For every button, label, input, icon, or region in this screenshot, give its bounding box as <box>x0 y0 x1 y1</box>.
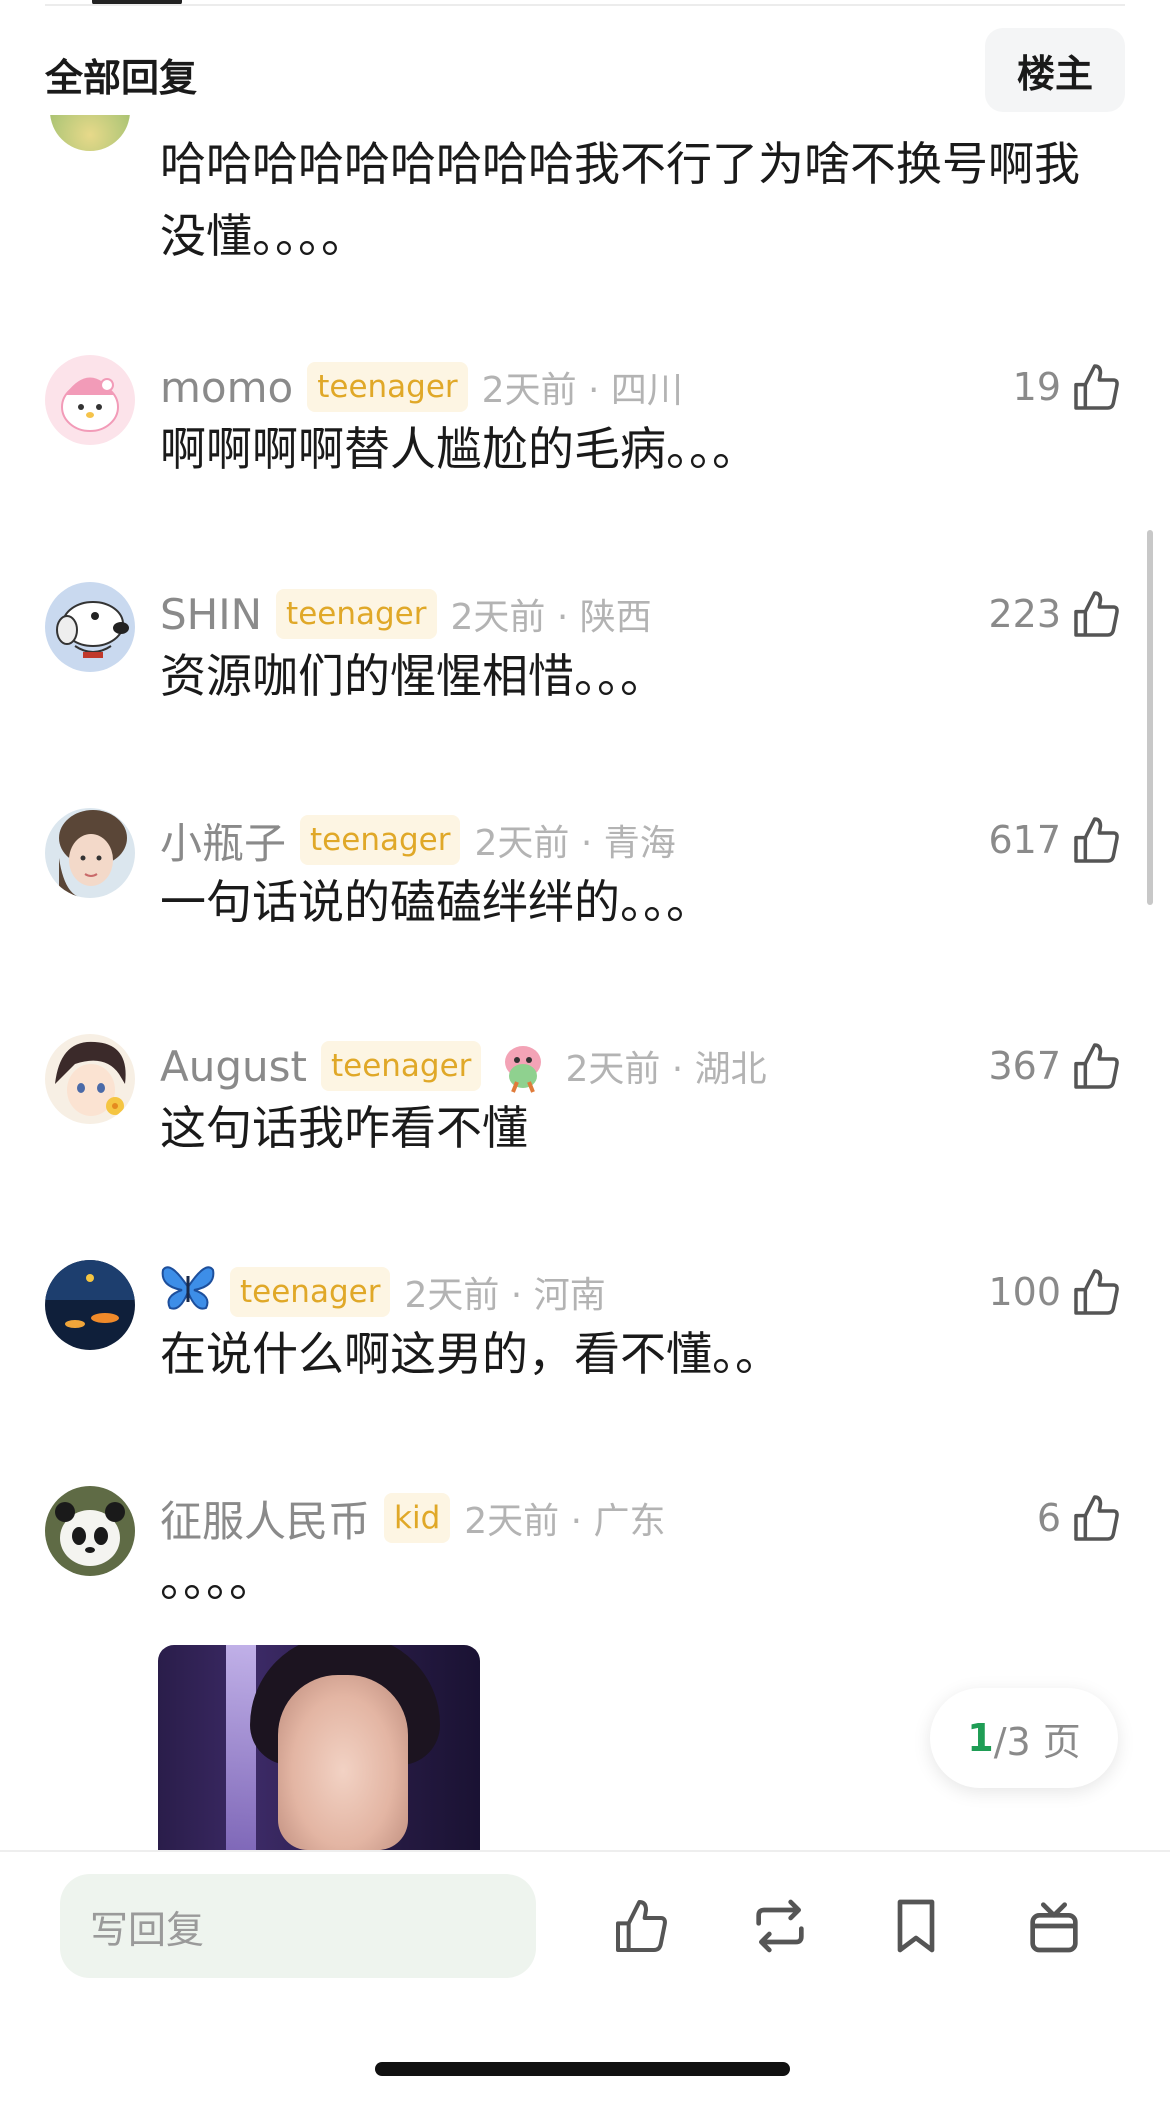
comment-image[interactable] <box>158 1645 480 1850</box>
thumbs-up-icon <box>1074 364 1119 410</box>
avatar[interactable] <box>45 582 135 672</box>
comment-content: 资源咖们的惺惺相惜。。。 <box>160 649 666 703</box>
scrollbar[interactable] <box>1147 530 1153 905</box>
like-count: 223 <box>988 592 1061 636</box>
replies-header: 全部回复 楼主 <box>0 20 1170 120</box>
avatar[interactable] <box>45 1260 135 1350</box>
comment-meta: August teenager 2天前 · 湖北 <box>160 1036 767 1096</box>
thumbs-up-icon[interactable] <box>610 1894 674 1958</box>
avatar[interactable] <box>45 1486 135 1576</box>
like-button[interactable]: 19 <box>1013 357 1125 417</box>
username[interactable]: SHIN <box>160 590 262 639</box>
home-indicator[interactable] <box>375 2062 790 2076</box>
sticker-icon <box>495 1038 551 1094</box>
image-face <box>278 1675 408 1850</box>
like-button[interactable]: 6 <box>1037 1488 1125 1548</box>
owner-only-button[interactable]: 楼主 <box>985 28 1125 112</box>
timestamp-location: 2天前 · 广东 <box>464 1501 666 1542</box>
bottom-action-bar: 写回复 <box>0 1850 1170 2112</box>
like-count: 100 <box>988 1270 1061 1314</box>
thumbs-up-icon <box>1074 817 1119 863</box>
username[interactable] <box>160 1262 216 1322</box>
image-light-streak <box>226 1645 256 1850</box>
comment-meta: momo teenager 2天前 · 四川 <box>160 357 683 417</box>
butterfly-icon <box>161 1266 215 1310</box>
page-total: /3 页 <box>993 1719 1081 1764</box>
comment-content: 。。。。 <box>160 1553 275 1607</box>
comment-meta: 小瓶子 teenager 2天前 · 青海 <box>160 810 676 870</box>
thumbs-up-icon <box>1074 1269 1119 1315</box>
like-count: 19 <box>1012 365 1061 409</box>
like-button[interactable]: 367 <box>988 1036 1125 1096</box>
comment-meta: teenager 2天前 · 河南 <box>160 1262 606 1322</box>
like-count: 6 <box>1036 1496 1061 1540</box>
reply-input[interactable]: 写回复 <box>60 1874 536 1978</box>
like-button[interactable]: 617 <box>988 810 1125 870</box>
comment-item: August teenager 2天前 · 湖北 367 这句话我咋看不懂 <box>0 1034 1170 1234</box>
comment-meta: 征服人民币 kid 2天前 · 广东 <box>160 1488 666 1548</box>
username[interactable]: momo <box>160 363 293 412</box>
timestamp-location: 2天前 · 陕西 <box>450 597 652 638</box>
comment-content: 这句话我咋看不懂 <box>160 1101 528 1155</box>
like-button[interactable]: 100 <box>988 1262 1125 1322</box>
comment-meta: SHIN teenager 2天前 · 陕西 <box>160 584 652 644</box>
like-count: 617 <box>988 818 1061 862</box>
avatar[interactable] <box>45 1034 135 1124</box>
comment-content: 哈哈哈哈哈哈哈哈哈我不行了为啥不换号啊我没懂。。。。 <box>160 137 1080 263</box>
bookmark-icon[interactable] <box>884 1894 948 1958</box>
avatar[interactable] <box>50 115 130 151</box>
page-title: 全部回复 <box>45 56 198 100</box>
repost-icon[interactable] <box>748 1894 812 1958</box>
timestamp-location: 2天前 · 青海 <box>474 823 676 864</box>
thumbs-up-icon <box>1074 1495 1119 1541</box>
username[interactable]: 小瓶子 <box>160 810 286 871</box>
avatar[interactable] <box>45 808 135 898</box>
timestamp-location: 2天前 · 河南 <box>404 1275 606 1316</box>
gift-icon[interactable] <box>1022 1894 1086 1958</box>
username[interactable]: August <box>160 1042 307 1091</box>
like-count: 367 <box>988 1044 1061 1088</box>
comment-item: momo teenager 2天前 · 四川 19 啊啊啊啊替人尴尬的毛病。。。 <box>0 355 1170 555</box>
timestamp-location: 2天前 · 四川 <box>481 370 683 411</box>
comment-content: 啊啊啊啊替人尴尬的毛病。。。 <box>160 422 758 476</box>
user-badge: teenager <box>300 815 461 865</box>
user-badge: teenager <box>276 589 437 639</box>
top-divider <box>45 4 1125 6</box>
username[interactable]: 征服人民币 <box>160 1488 370 1549</box>
current-page: 1 <box>967 1716 994 1760</box>
user-badge: kid <box>384 1493 451 1543</box>
thumbs-up-icon <box>1074 1043 1119 1089</box>
comment-item: 小瓶子 teenager 2天前 · 青海 617 一句话说的磕磕绊绊的。。。 <box>0 808 1170 1008</box>
like-button[interactable]: 223 <box>988 584 1125 644</box>
comment-item: SHIN teenager 2天前 · 陕西 223 资源咖们的惺惺相惜。。。 <box>0 582 1170 782</box>
avatar[interactable] <box>45 355 135 445</box>
comment-content: 一句话说的磕磕绊绊的。。。 <box>160 875 712 929</box>
thumbs-up-icon <box>1074 591 1119 637</box>
comment-content: 在说什么啊这男的，看不懂。。 <box>160 1327 781 1381</box>
user-badge: teenager <box>230 1267 391 1317</box>
user-badge: teenager <box>307 362 468 412</box>
comment-item: teenager 2天前 · 河南 100 在说什么啊这男的，看不懂。。 <box>0 1260 1170 1460</box>
user-badge: teenager <box>320 1041 482 1091</box>
page-indicator[interactable]: 1 /3 页 <box>930 1688 1118 1788</box>
timestamp-location: 2天前 · 湖北 <box>565 1049 767 1090</box>
